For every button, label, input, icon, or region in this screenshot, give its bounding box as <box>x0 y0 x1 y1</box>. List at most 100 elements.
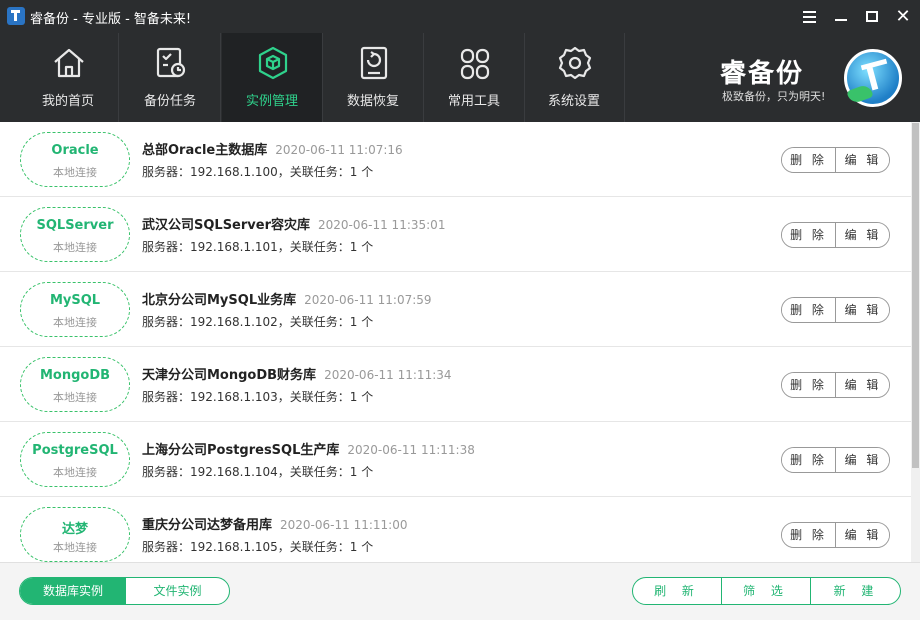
nav-label: 我的首页 <box>41 94 94 109</box>
filter-button[interactable]: 筛 选 <box>722 578 811 604</box>
instance-row: PostgreSQL 本地连接 上海分公司PostgresSQL生产库 2020-… <box>0 422 911 497</box>
tab-file-instances[interactable]: 文件实例 <box>126 578 229 604</box>
nav-label: 系统设置 <box>547 94 600 109</box>
row-actions: 删 除 编 辑 <box>781 222 890 248</box>
instance-title: 武汉公司SQLServer容灾库 <box>142 218 310 233</box>
edit-button[interactable]: 编 辑 <box>836 373 889 397</box>
title-bar: 睿备份 - 专业版 - 智备未来! ✕ <box>0 0 920 33</box>
scrollbar-thumb[interactable] <box>912 123 919 468</box>
db-type-badge: SQLServer 本地连接 <box>20 207 130 262</box>
instance-row: MySQL 本地连接 北京分公司MySQL业务库 2020-06-11 11:07… <box>0 272 911 347</box>
restore-drive-icon <box>357 45 391 81</box>
instance-info: 服务器：192.168.1.104，关联任务：1 个 <box>142 465 374 479</box>
window-title: 睿备份 - 专业版 - 智备未来! <box>30 12 192 27</box>
nav-item-backup-tasks[interactable]: 备份任务 <box>120 33 221 122</box>
instance-time: 2020-06-11 11:11:00 <box>280 518 408 532</box>
brand-name: 睿备份 <box>720 59 805 89</box>
instance-time: 2020-06-11 11:11:34 <box>324 368 452 382</box>
db-type: 达梦 <box>61 522 88 537</box>
gear-icon <box>558 45 592 81</box>
nav-item-data-restore[interactable]: 数据恢复 <box>323 33 424 122</box>
action-buttons: 刷 新 筛 选 新 建 <box>632 577 901 605</box>
instance-row: SQLServer 本地连接 武汉公司SQLServer容灾库 2020-06-1… <box>0 197 911 272</box>
connection-type: 本地连接 <box>53 541 97 554</box>
edit-button[interactable]: 编 辑 <box>836 298 889 322</box>
connection-type: 本地连接 <box>53 391 97 404</box>
nav-label: 备份任务 <box>143 94 196 109</box>
instance-name: 北京分公司MySQL业务库 2020-06-11 11:07:59 <box>142 289 432 308</box>
instance-info: 服务器：192.168.1.100，关联任务：1 个 <box>142 165 374 179</box>
connection-type: 本地连接 <box>53 466 97 479</box>
nav-label: 实例管理 <box>245 94 298 109</box>
instance-title: 重庆分公司达梦备用库 <box>142 518 273 533</box>
delete-button[interactable]: 删 除 <box>782 148 836 172</box>
delete-button[interactable]: 删 除 <box>782 298 836 322</box>
db-type-badge: PostgreSQL 本地连接 <box>20 432 130 487</box>
db-type: PostgreSQL <box>32 443 118 458</box>
instance-name: 上海分公司PostgresSQL生产库 2020-06-11 11:11:38 <box>142 439 475 458</box>
instance-list: Oracle 本地连接 总部Oracle主数据库 2020-06-11 11:07… <box>0 122 911 562</box>
row-actions: 删 除 编 辑 <box>781 297 890 323</box>
nav-item-settings[interactable]: 系统设置 <box>524 33 625 122</box>
edit-button[interactable]: 编 辑 <box>836 223 889 247</box>
nav-label: 常用工具 <box>447 94 500 109</box>
app-logo-icon <box>7 7 25 25</box>
refresh-button[interactable]: 刷 新 <box>633 578 722 604</box>
delete-button[interactable]: 删 除 <box>782 523 836 547</box>
minimize-button[interactable] <box>826 2 856 32</box>
row-actions: 删 除 编 辑 <box>781 447 890 473</box>
instance-info: 服务器：192.168.1.101，关联任务：1 个 <box>142 240 374 254</box>
main-nav: 我的首页 备份任务 实例管理 数据恢复 常用工具 系统设置 睿备份 极致备份，只… <box>0 33 920 122</box>
instance-type-tabs: 数据库实例 文件实例 <box>19 577 230 605</box>
instance-name: 总部Oracle主数据库 2020-06-11 11:07:16 <box>142 139 403 158</box>
instance-title: 北京分公司MySQL业务库 <box>142 293 297 308</box>
tab-database-instances[interactable]: 数据库实例 <box>20 578 126 604</box>
row-actions: 删 除 编 辑 <box>781 522 890 548</box>
nav-item-home[interactable]: 我的首页 <box>18 33 119 122</box>
db-type-badge: 达梦 本地连接 <box>20 507 130 562</box>
delete-button[interactable]: 删 除 <box>782 373 836 397</box>
delete-button[interactable]: 删 除 <box>782 223 836 247</box>
row-actions: 删 除 编 辑 <box>781 372 890 398</box>
instance-info: 服务器：192.168.1.105，关联任务：1 个 <box>142 540 374 554</box>
edit-button[interactable]: 编 辑 <box>836 523 889 547</box>
home-icon <box>52 45 86 81</box>
cube-icon <box>256 45 290 81</box>
edit-button[interactable]: 编 辑 <box>836 448 889 472</box>
maximize-button[interactable] <box>857 2 887 32</box>
instance-name: 天津分公司MongoDB财务库 2020-06-11 11:11:34 <box>142 364 452 383</box>
instance-row: MongoDB 本地连接 天津分公司MongoDB财务库 2020-06-11 1… <box>0 347 911 422</box>
db-type: MongoDB <box>39 368 111 383</box>
instance-time: 2020-06-11 11:07:59 <box>304 293 432 307</box>
window-menu-button[interactable] <box>794 2 824 32</box>
instance-info: 服务器：192.168.1.102，关联任务：1 个 <box>142 315 374 329</box>
instance-title: 总部Oracle主数据库 <box>142 143 268 158</box>
nav-item-tools[interactable]: 常用工具 <box>424 33 525 122</box>
row-actions: 删 除 编 辑 <box>781 147 890 173</box>
delete-button[interactable]: 删 除 <box>782 448 836 472</box>
instance-name: 武汉公司SQLServer容灾库 2020-06-11 11:35:01 <box>142 214 445 233</box>
brand-slogan: 极致备份，只为明天! <box>722 90 826 103</box>
minimize-icon <box>835 19 847 21</box>
instance-row: 达梦 本地连接 重庆分公司达梦备用库 2020-06-11 11:11:00 服务… <box>0 497 911 562</box>
db-type: SQLServer <box>36 218 114 233</box>
connection-type: 本地连接 <box>53 241 97 254</box>
hamburger-icon <box>803 11 816 23</box>
nav-item-instance-management[interactable]: 实例管理 <box>222 33 323 122</box>
close-icon: ✕ <box>895 6 911 27</box>
close-button[interactable]: ✕ <box>888 2 918 32</box>
maximize-icon <box>866 11 878 22</box>
connection-type: 本地连接 <box>53 166 97 179</box>
connection-type: 本地连接 <box>53 316 97 329</box>
tools-grid-icon <box>458 45 492 81</box>
task-checklist-icon <box>154 45 188 81</box>
instance-time: 2020-06-11 11:07:16 <box>275 143 403 157</box>
db-type-badge: MongoDB 本地连接 <box>20 357 130 412</box>
brand: 睿备份 极致备份，只为明天! <box>720 49 920 123</box>
instance-info: 服务器：192.168.1.103，关联任务：1 个 <box>142 390 374 404</box>
instance-title: 上海分公司PostgresSQL生产库 <box>142 443 340 458</box>
db-type-badge: MySQL 本地连接 <box>20 282 130 337</box>
db-type: MySQL <box>49 293 101 308</box>
edit-button[interactable]: 编 辑 <box>836 148 889 172</box>
create-button[interactable]: 新 建 <box>812 578 900 604</box>
